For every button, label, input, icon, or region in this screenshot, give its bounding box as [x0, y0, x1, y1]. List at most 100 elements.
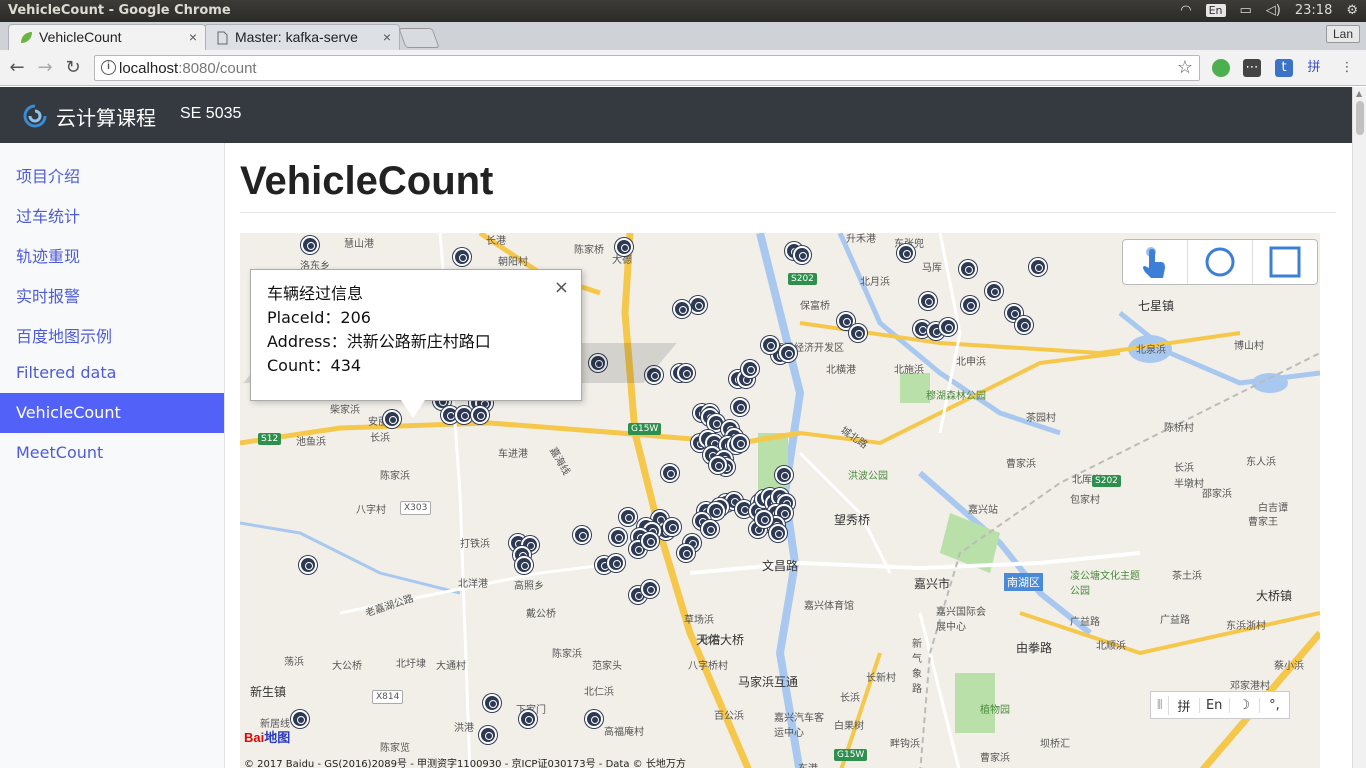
camera-marker-icon[interactable] [755, 510, 773, 528]
camera-marker-icon[interactable] [615, 238, 633, 256]
camera-marker-icon[interactable] [701, 520, 719, 538]
wifi-icon[interactable]: ◠ [1180, 3, 1191, 18]
sidebar-item-intro[interactable]: 项目介绍 [0, 153, 224, 193]
camera-marker-icon[interactable] [775, 466, 793, 484]
tab-vehiclecount[interactable]: VehicleCount × [8, 24, 206, 50]
ime-en-button[interactable]: En [1198, 697, 1229, 713]
camera-marker-icon[interactable] [291, 710, 309, 728]
camera-marker-icon[interactable] [383, 410, 401, 428]
camera-marker-icon[interactable] [585, 710, 603, 728]
camera-marker-icon[interactable] [1015, 316, 1033, 334]
camera-marker-icon[interactable] [689, 296, 707, 314]
camera-marker-icon[interactable] [741, 360, 759, 378]
document-favicon-icon [217, 31, 228, 45]
camera-marker-icon[interactable] [849, 324, 867, 342]
sidebar-item-vehiclecount[interactable]: VehicleCount [0, 393, 224, 433]
camera-marker-icon[interactable] [961, 296, 979, 314]
camera-marker-icon[interactable] [919, 292, 937, 310]
input-method-indicator[interactable]: En [1205, 4, 1226, 17]
camera-marker-icon[interactable] [301, 236, 319, 254]
camera-marker-icon[interactable] [641, 580, 659, 598]
settings-gear-icon[interactable]: ⚙ [1346, 3, 1358, 18]
camera-marker-icon[interactable] [515, 556, 533, 574]
ime-moon-button[interactable]: ☽ [1228, 697, 1259, 713]
clock[interactable]: 23:18 [1295, 3, 1332, 18]
camera-marker-icon[interactable] [619, 508, 637, 526]
camera-marker-icon[interactable] [483, 694, 501, 712]
tab-kafka-master[interactable]: Master: kafka-serve × [204, 24, 400, 50]
camera-marker-icon[interactable] [641, 532, 659, 550]
camera-marker-icon[interactable] [731, 398, 749, 416]
profile-button[interactable]: Lan [1325, 25, 1360, 43]
sidebar-item-baidu-map-demo[interactable]: 百度地图示例 [0, 313, 224, 353]
close-tab-icon[interactable]: × [383, 29, 391, 45]
close-tab-icon[interactable]: × [189, 29, 197, 45]
circle-tool-button[interactable] [1188, 240, 1253, 284]
ime-drag-handle[interactable]: ⦀ [1151, 698, 1168, 713]
camera-marker-icon[interactable] [769, 524, 787, 542]
bookmark-star-icon[interactable]: ☆ [1177, 57, 1193, 78]
scrollbar-thumb[interactable] [1356, 101, 1364, 135]
hand-tool-button[interactable] [1123, 240, 1188, 284]
camera-marker-icon[interactable] [959, 260, 977, 278]
sidebar-item-trajectory[interactable]: 轨迹重现 [0, 233, 224, 273]
extension-green-icon[interactable] [1212, 59, 1230, 77]
ime-pinyin-button[interactable]: 拼 [1168, 695, 1198, 715]
brand-title[interactable]: 云计算课程 [56, 102, 156, 131]
back-arrow-icon[interactable]: ← [6, 57, 28, 79]
site-info-icon[interactable]: i [101, 60, 116, 75]
scroll-up-arrow-icon[interactable]: ▲ [1356, 89, 1362, 98]
chrome-menu-icon[interactable]: ⋮ [1338, 59, 1356, 77]
map-place-label: 八字桥村 [688, 661, 728, 672]
course-code[interactable]: SE 5035 [180, 105, 241, 123]
camera-marker-icon[interactable] [761, 336, 779, 354]
close-infowindow-icon[interactable]: × [554, 276, 569, 300]
battery-icon[interactable]: ▭ [1240, 3, 1252, 18]
camera-marker-icon[interactable] [897, 244, 915, 262]
page-scrollbar[interactable]: ▲ [1352, 87, 1366, 768]
rectangle-tool-button[interactable] [1253, 240, 1317, 284]
camera-marker-icon[interactable] [985, 282, 1003, 300]
camera-marker-icon[interactable] [661, 464, 679, 482]
sidebar-item-traffic-stats[interactable]: 过车统计 [0, 193, 224, 233]
map-place-label: 嘉兴汽车客运中心 [774, 713, 824, 739]
camera-marker-icon[interactable] [607, 554, 625, 572]
camera-marker-icon[interactable] [779, 344, 797, 362]
volume-icon[interactable]: ◁) [1266, 3, 1281, 18]
new-tab-button[interactable] [398, 28, 440, 48]
ime-punctuation-button[interactable]: °, [1258, 697, 1289, 713]
url-text[interactable]: localhost:8080/count [119, 60, 257, 77]
camera-marker-icon[interactable] [453, 248, 471, 266]
map-place-label: 慧山港 [344, 239, 374, 250]
camera-marker-icon[interactable] [663, 518, 681, 536]
sidebar-item-meetcount[interactable]: MeetCount [0, 433, 224, 473]
camera-marker-icon[interactable] [793, 246, 811, 264]
camera-marker-icon[interactable] [1029, 258, 1047, 276]
reload-icon[interactable]: ↻ [62, 57, 84, 79]
camera-marker-icon[interactable] [731, 434, 749, 452]
camera-marker-icon[interactable] [939, 318, 957, 336]
camera-marker-icon[interactable] [299, 556, 317, 574]
camera-marker-icon[interactable] [519, 710, 537, 728]
sidebar-item-realtime-alert[interactable]: 实时报警 [0, 273, 224, 313]
map-place-label: 北月浜 [860, 277, 890, 288]
camera-marker-icon[interactable] [677, 544, 695, 562]
extension-dots-icon[interactable]: ⋯ [1243, 59, 1261, 77]
extension-translate-icon[interactable]: t [1275, 59, 1293, 77]
extension-pinyin-icon[interactable]: 拼 [1305, 59, 1323, 77]
camera-marker-icon[interactable] [673, 300, 691, 318]
map-place-label: 新气象路 [912, 639, 922, 695]
baidu-map[interactable]: 慧山港 洛东乡 长港 朝阳村 陈家桥 大德 升禾港 东张兜 马厍 七星镇 保富桥… [240, 233, 1320, 768]
infowindow-title: 车辆经过信息 [267, 284, 364, 303]
camera-marker-icon[interactable] [573, 526, 591, 544]
camera-marker-icon[interactable] [609, 528, 627, 546]
camera-marker-icon[interactable] [709, 456, 727, 474]
camera-marker-icon[interactable] [479, 726, 497, 744]
camera-marker-icon[interactable] [471, 406, 489, 424]
map-place-label: 广益路 [1070, 617, 1100, 628]
forward-arrow-icon[interactable]: → [34, 57, 56, 79]
camera-marker-icon[interactable] [677, 364, 695, 382]
sidebar-item-filtered-data[interactable]: Filtered data [0, 353, 224, 393]
map-place-label: 长浜 [370, 433, 390, 444]
address-bar[interactable]: i localhost:8080/count ☆ [94, 55, 1200, 81]
